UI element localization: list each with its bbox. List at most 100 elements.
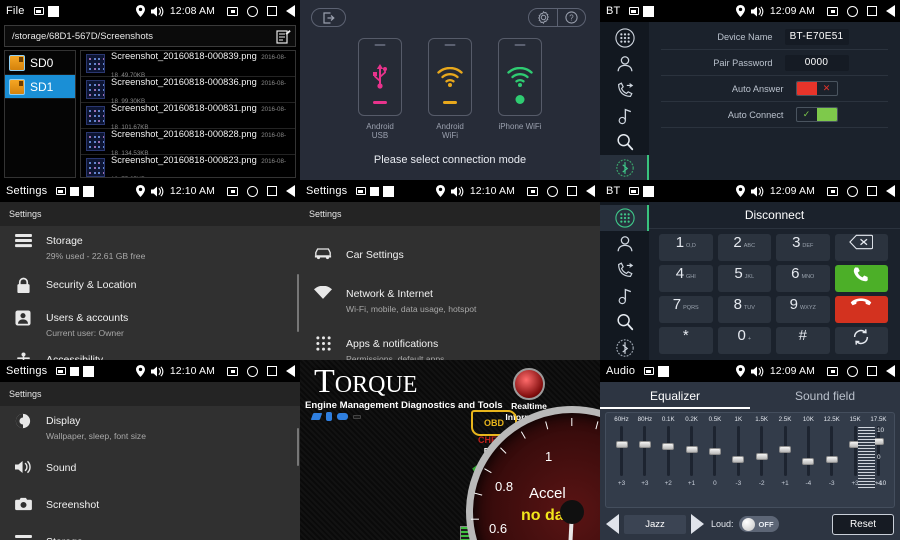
mode-android-usb[interactable]: Android USB — [358, 38, 402, 140]
edit-note-icon[interactable] — [276, 29, 291, 44]
eq-slider-track[interactable] — [690, 426, 693, 476]
key-3[interactable]: 3DEF — [776, 234, 830, 261]
settings-item-storage[interactable]: Storage — [0, 513, 300, 540]
settings-item-apps[interactable]: Apps & notifications Permissions, defaul… — [300, 314, 600, 360]
eq-slider-track[interactable] — [784, 426, 787, 476]
eq-band[interactable]: 10K -4 — [799, 416, 818, 487]
back-triangle-icon[interactable] — [286, 5, 295, 17]
recents-square-icon[interactable] — [867, 366, 877, 376]
loudness-toggle[interactable]: OFF — [739, 516, 779, 532]
nav-bar[interactable] — [527, 185, 595, 197]
eq-slider-track[interactable] — [807, 426, 810, 476]
key-5[interactable]: 5JKL — [718, 265, 772, 292]
sidebar-item-search[interactable] — [600, 129, 649, 155]
easyconnect-toolbar[interactable]: ? — [528, 8, 586, 27]
eq-band[interactable]: 0.1K +2 — [659, 416, 678, 487]
screenshot-icon[interactable] — [527, 187, 538, 196]
settings-item-network[interactable]: Network & Internet Wi-Fi, mobile, data u… — [300, 263, 600, 314]
nav-bar[interactable] — [227, 365, 295, 377]
hangup-button[interactable] — [835, 296, 889, 323]
pair-password-field[interactable]: 0000 — [785, 55, 849, 71]
screenshot-icon[interactable] — [827, 7, 838, 16]
nav-bar[interactable] — [827, 185, 895, 197]
nav-bar[interactable] — [827, 5, 895, 17]
sidebar-item-contacts[interactable] — [600, 51, 649, 77]
auto-answer-toggle[interactable]: ✕ — [796, 81, 838, 96]
gear-icon[interactable] — [529, 9, 557, 26]
mode-android-wifi[interactable]: Android WiFi — [428, 38, 472, 140]
recents-square-icon[interactable] — [567, 186, 577, 196]
recents-square-icon[interactable] — [267, 6, 277, 16]
back-triangle-icon[interactable] — [886, 365, 895, 377]
eq-slider-track[interactable] — [854, 426, 857, 476]
eq-slider-track[interactable] — [760, 426, 763, 476]
eq-slider-track[interactable] — [713, 426, 716, 476]
eq-slider-track[interactable] — [643, 426, 646, 476]
nav-bar[interactable] — [227, 5, 295, 17]
screenshot-icon[interactable] — [227, 7, 238, 16]
key-hash[interactable]: # — [776, 327, 830, 354]
eq-band[interactable]: 0.5K 0 — [705, 416, 724, 487]
recents-square-icon[interactable] — [267, 366, 277, 376]
home-circle-icon[interactable] — [847, 366, 858, 377]
nav-bar[interactable] — [227, 185, 295, 197]
eq-band[interactable]: 1K -3 — [729, 416, 748, 487]
scrollbar[interactable] — [297, 428, 299, 466]
call-button[interactable] — [835, 265, 889, 292]
sidebar-item-music[interactable] — [600, 103, 649, 129]
key-star[interactable]: * — [659, 327, 713, 354]
key-8[interactable]: 8TUV — [718, 296, 772, 323]
sidebar-item-call-history[interactable] — [600, 77, 649, 103]
auto-connect-toggle[interactable]: ✓ — [796, 107, 838, 122]
home-circle-icon[interactable] — [247, 6, 258, 17]
settings-item-users[interactable]: Users & accounts Current user: Owner — [0, 294, 300, 338]
eq-slider-track[interactable] — [830, 426, 833, 476]
recents-square-icon[interactable] — [267, 186, 277, 196]
tab-sound-field[interactable]: Sound field — [750, 382, 900, 409]
key-1[interactable]: 1O,D — [659, 234, 713, 261]
home-circle-icon[interactable] — [847, 6, 858, 17]
key-2[interactable]: 2ABC — [718, 234, 772, 261]
settings-item-sound[interactable]: Sound — [0, 441, 300, 476]
settings-item-car[interactable]: Car Settings — [300, 236, 600, 263]
eq-band[interactable]: 0.2K +1 — [682, 416, 701, 487]
settings-item-accessibility[interactable]: Accessibility — [0, 338, 300, 360]
eq-slider-track[interactable] — [667, 426, 670, 476]
screenshot-icon[interactable] — [827, 187, 838, 196]
key-4[interactable]: 4GHI — [659, 265, 713, 292]
tab-equalizer[interactable]: Equalizer — [600, 382, 750, 409]
volume-item-sd1[interactable]: SD1 — [5, 75, 75, 99]
back-triangle-icon[interactable] — [586, 185, 595, 197]
key-backspace[interactable] — [835, 234, 889, 261]
list-item[interactable]: Screenshot_20160818-000823.png 2016-08-1… — [81, 155, 295, 178]
sidebar-item-dialpad[interactable] — [600, 205, 649, 231]
sidebar-item-search[interactable] — [600, 309, 649, 335]
key-0[interactable]: 0+ — [718, 327, 772, 354]
eq-slider-track[interactable] — [620, 426, 623, 476]
sidebar-item-dialpad[interactable] — [600, 25, 649, 51]
settings-item-display[interactable]: Display Wallpaper, sleep, font size — [0, 402, 300, 441]
back-triangle-icon[interactable] — [886, 5, 895, 17]
home-circle-icon[interactable] — [247, 366, 258, 377]
sidebar-item-call-history[interactable] — [600, 257, 649, 283]
key-7[interactable]: 7PQRS — [659, 296, 713, 323]
sidebar-item-bluetooth-settings[interactable] — [600, 335, 649, 360]
exit-arrow-icon[interactable] — [311, 8, 346, 27]
sidebar-item-contacts[interactable] — [600, 231, 649, 257]
key-6[interactable]: 6MNO — [776, 265, 830, 292]
prev-preset-button[interactable] — [606, 514, 619, 534]
eq-band[interactable]: 80Hz +3 — [635, 416, 654, 487]
audio-transfer-button[interactable] — [835, 327, 889, 354]
home-circle-icon[interactable] — [247, 186, 258, 197]
recents-square-icon[interactable] — [867, 186, 877, 196]
screenshot-icon[interactable] — [827, 367, 838, 376]
eq-band[interactable]: 2.5K +1 — [776, 416, 795, 487]
settings-item-storage[interactable]: Storage 29% used - 22.61 GB free — [0, 222, 300, 261]
mode-iphone-wifi[interactable]: iPhone WiFi — [498, 38, 542, 140]
next-preset-button[interactable] — [691, 514, 704, 534]
device-name-field[interactable]: BT-E70E51 — [785, 29, 849, 45]
nav-bar[interactable] — [827, 365, 895, 377]
settings-item-security[interactable]: Security & Location — [0, 261, 300, 294]
eq-band[interactable]: 60Hz +3 — [612, 416, 631, 487]
reset-button[interactable]: Reset — [832, 514, 894, 535]
